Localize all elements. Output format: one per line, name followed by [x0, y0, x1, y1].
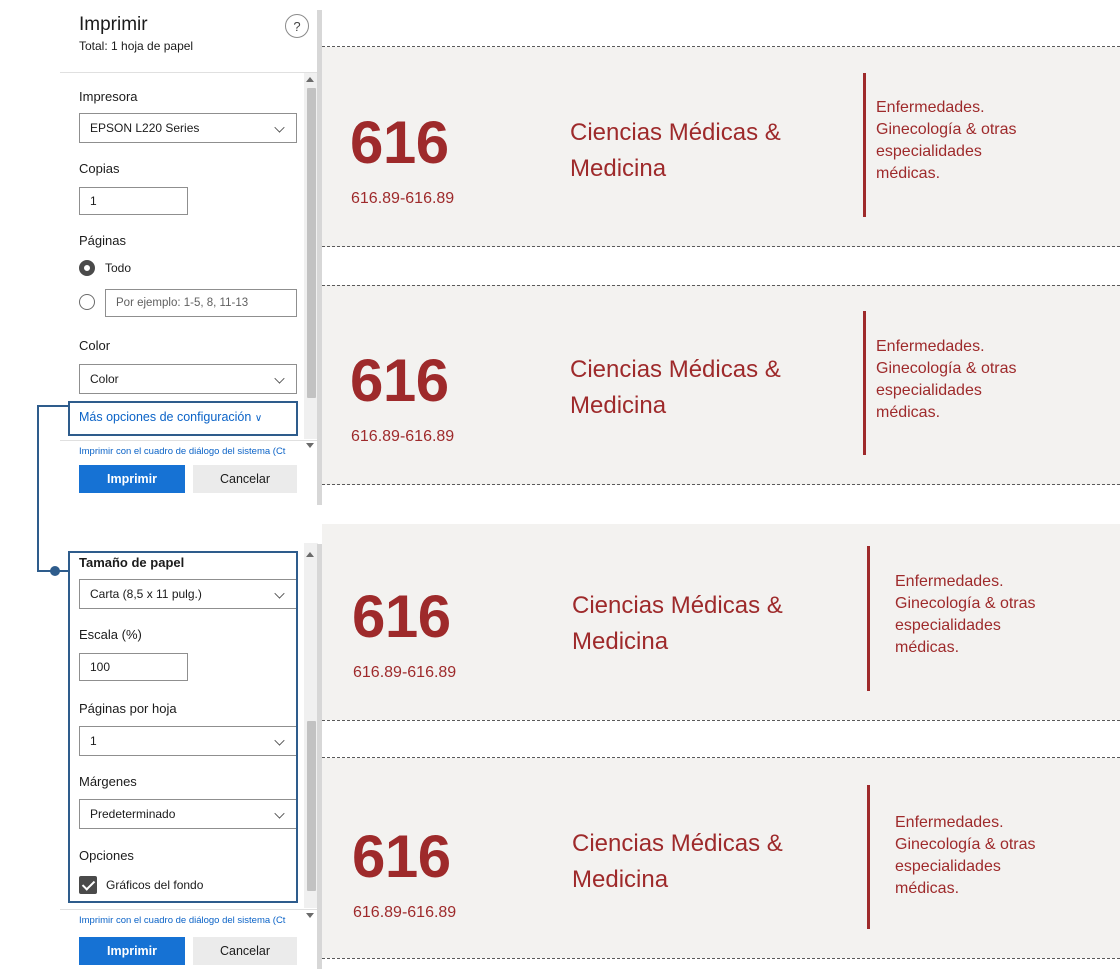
- scrollbar-thumb[interactable]: [307, 88, 316, 398]
- label-range: 616.89-616.89: [351, 190, 455, 207]
- label-number: 616: [350, 347, 449, 414]
- label-range: 616.89-616.89: [351, 428, 455, 445]
- printer-label: Impresora: [79, 89, 138, 104]
- printer-select[interactable]: EPSON L220 Series: [79, 113, 297, 143]
- label-category: Ciencias Médicas & Medicina: [572, 826, 872, 898]
- label-description-line: Ginecología & otras: [876, 360, 1017, 377]
- pages-range-input[interactable]: Por ejemplo: 1-5, 8, 11-13: [105, 289, 297, 317]
- label-category-line: Ciencias Médicas &: [572, 592, 783, 619]
- label-description-line: especialidades: [876, 143, 982, 160]
- label-category-line: Medicina: [572, 866, 669, 893]
- more-settings-highlight: [68, 401, 298, 436]
- label-range: 616.89-616.89: [353, 664, 457, 681]
- scroll-up-icon[interactable]: [306, 77, 314, 82]
- page-cut-line: [322, 46, 1120, 47]
- label-number: 616: [352, 583, 451, 650]
- footer-divider: [60, 909, 318, 910]
- cancel-button[interactable]: Cancelar: [193, 937, 297, 965]
- page-cut-line: [322, 484, 1120, 485]
- label-divider-bar: [863, 311, 866, 455]
- header-divider: [60, 72, 318, 73]
- printer-select-value: EPSON L220 Series: [90, 121, 200, 135]
- label-category-line: Medicina: [570, 155, 667, 182]
- label-category: Ciencias Médicas & Medicina: [570, 115, 870, 187]
- page-cut-line: [322, 958, 1120, 959]
- label-description-line: especialidades: [895, 858, 1001, 875]
- label-range: 616.89-616.89: [353, 904, 457, 921]
- label-category-line: Ciencias Médicas &: [570, 119, 781, 146]
- label-description-line: especialidades: [895, 617, 1001, 634]
- footer-divider: [60, 440, 318, 441]
- label-description-line: médicas.: [876, 165, 941, 182]
- label-description-line: Enfermedades.: [876, 99, 985, 116]
- pages-range-radio[interactable]: [79, 294, 95, 310]
- label-description: Enfermedades. Ginecología & otras especi…: [876, 336, 1096, 424]
- scrollbar-thumb[interactable]: [307, 721, 316, 891]
- color-label: Color: [79, 338, 111, 353]
- system-dialog-link[interactable]: Imprimir con el cuadro de diálogo del si…: [79, 915, 285, 926]
- label-description-line: especialidades: [876, 382, 982, 399]
- label-number: 616: [352, 823, 451, 890]
- label-description-line: Enfermedades.: [895, 573, 1004, 590]
- scroll-down-icon[interactable]: [306, 443, 314, 448]
- dialog-subtitle: Total: 1 hoja de papel: [79, 39, 194, 53]
- highlight-connector-dot: [50, 566, 60, 576]
- cancel-button[interactable]: Cancelar: [193, 465, 297, 493]
- label-description-line: médicas.: [876, 404, 941, 421]
- label-description: Enfermedades. Ginecología & otras especi…: [895, 571, 1115, 659]
- label-description-line: Ginecología & otras: [876, 121, 1017, 138]
- highlight-connector: [37, 405, 68, 407]
- chevron-down-icon: [274, 373, 285, 384]
- page-cut-line: [322, 246, 1120, 247]
- label-category-line: Ciencias Médicas &: [570, 356, 781, 383]
- page-cut-line: [322, 757, 1120, 758]
- scroll-down-icon[interactable]: [306, 913, 314, 918]
- page-cut-line: [322, 720, 1120, 721]
- label-description-line: Enfermedades.: [876, 338, 985, 355]
- label-description-line: Ginecología & otras: [895, 836, 1036, 853]
- label-description-line: médicas.: [895, 880, 960, 897]
- page-cut-line: [322, 285, 1120, 286]
- pages-all-radio[interactable]: [79, 260, 95, 276]
- label-category-line: Medicina: [570, 392, 667, 419]
- chevron-down-icon: [274, 122, 285, 133]
- label-description-line: Enfermedades.: [895, 814, 1004, 831]
- color-select-value: Color: [90, 372, 119, 386]
- label-category: Ciencias Médicas & Medicina: [570, 352, 870, 424]
- label-category: Ciencias Médicas & Medicina: [572, 588, 872, 660]
- label-divider-bar: [867, 546, 870, 691]
- scroll-up-icon[interactable]: [306, 552, 314, 557]
- label-number: 616: [350, 109, 449, 176]
- system-dialog-link[interactable]: Imprimir con el cuadro de diálogo del si…: [79, 446, 285, 457]
- label-divider-bar: [867, 785, 870, 929]
- help-icon[interactable]: ?: [285, 14, 309, 38]
- label-description: Enfermedades. Ginecología & otras especi…: [876, 97, 1096, 185]
- label-category-line: Medicina: [572, 628, 669, 655]
- label-description: Enfermedades. Ginecología & otras especi…: [895, 812, 1115, 900]
- copies-label: Copias: [79, 161, 120, 176]
- print-button[interactable]: Imprimir: [79, 937, 185, 965]
- copies-input[interactable]: 1: [79, 187, 188, 215]
- label-description-line: médicas.: [895, 639, 960, 656]
- highlight-connector: [37, 405, 39, 571]
- label-description-line: Ginecología & otras: [895, 595, 1036, 612]
- pages-all-label: Todo: [105, 261, 132, 275]
- pages-label: Páginas: [79, 233, 126, 248]
- label-divider-bar: [863, 73, 866, 217]
- print-button[interactable]: Imprimir: [79, 465, 185, 493]
- more-settings-panel-highlight: [68, 551, 298, 903]
- color-select[interactable]: Color: [79, 364, 297, 394]
- label-category-line: Ciencias Médicas &: [572, 830, 783, 857]
- dialog-title: Imprimir: [79, 14, 148, 35]
